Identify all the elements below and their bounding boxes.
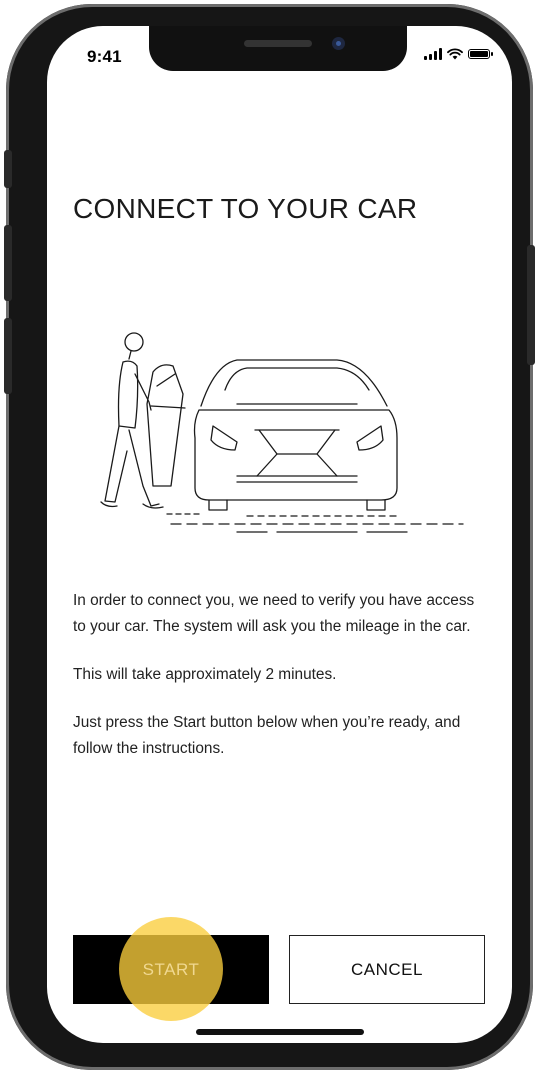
speaker-grille (244, 40, 312, 47)
status-time: 9:41 (87, 47, 122, 66)
wifi-icon (447, 48, 463, 60)
front-camera (332, 37, 345, 50)
notch (149, 26, 407, 71)
instructions-text: In order to connect you, we need to veri… (73, 588, 488, 784)
page-title: CONNECT TO YOUR CAR (73, 192, 418, 224)
instructions-paragraph-3: Just press the Start button below when y… (73, 714, 461, 757)
start-button[interactable] (73, 935, 269, 1004)
power-button (527, 245, 535, 365)
volume-up-button (4, 225, 12, 301)
volume-down-button (4, 318, 12, 394)
status-icons (424, 48, 493, 60)
person-opening-car-door-illustration (100, 332, 464, 533)
app-screen: 9:41 CONNECT TO YOUR CAR In order to con… (47, 26, 512, 1043)
instructions-paragraph-1: In order to connect you, we need to veri… (73, 592, 475, 635)
mute-switch (4, 150, 12, 188)
signal-icon (424, 48, 442, 60)
home-indicator[interactable] (196, 1029, 364, 1035)
instructions-paragraph-2: This will take approximately 2 minutes. (73, 666, 337, 683)
cancel-button[interactable]: CANCEL (289, 935, 485, 1004)
battery-icon (468, 49, 493, 59)
